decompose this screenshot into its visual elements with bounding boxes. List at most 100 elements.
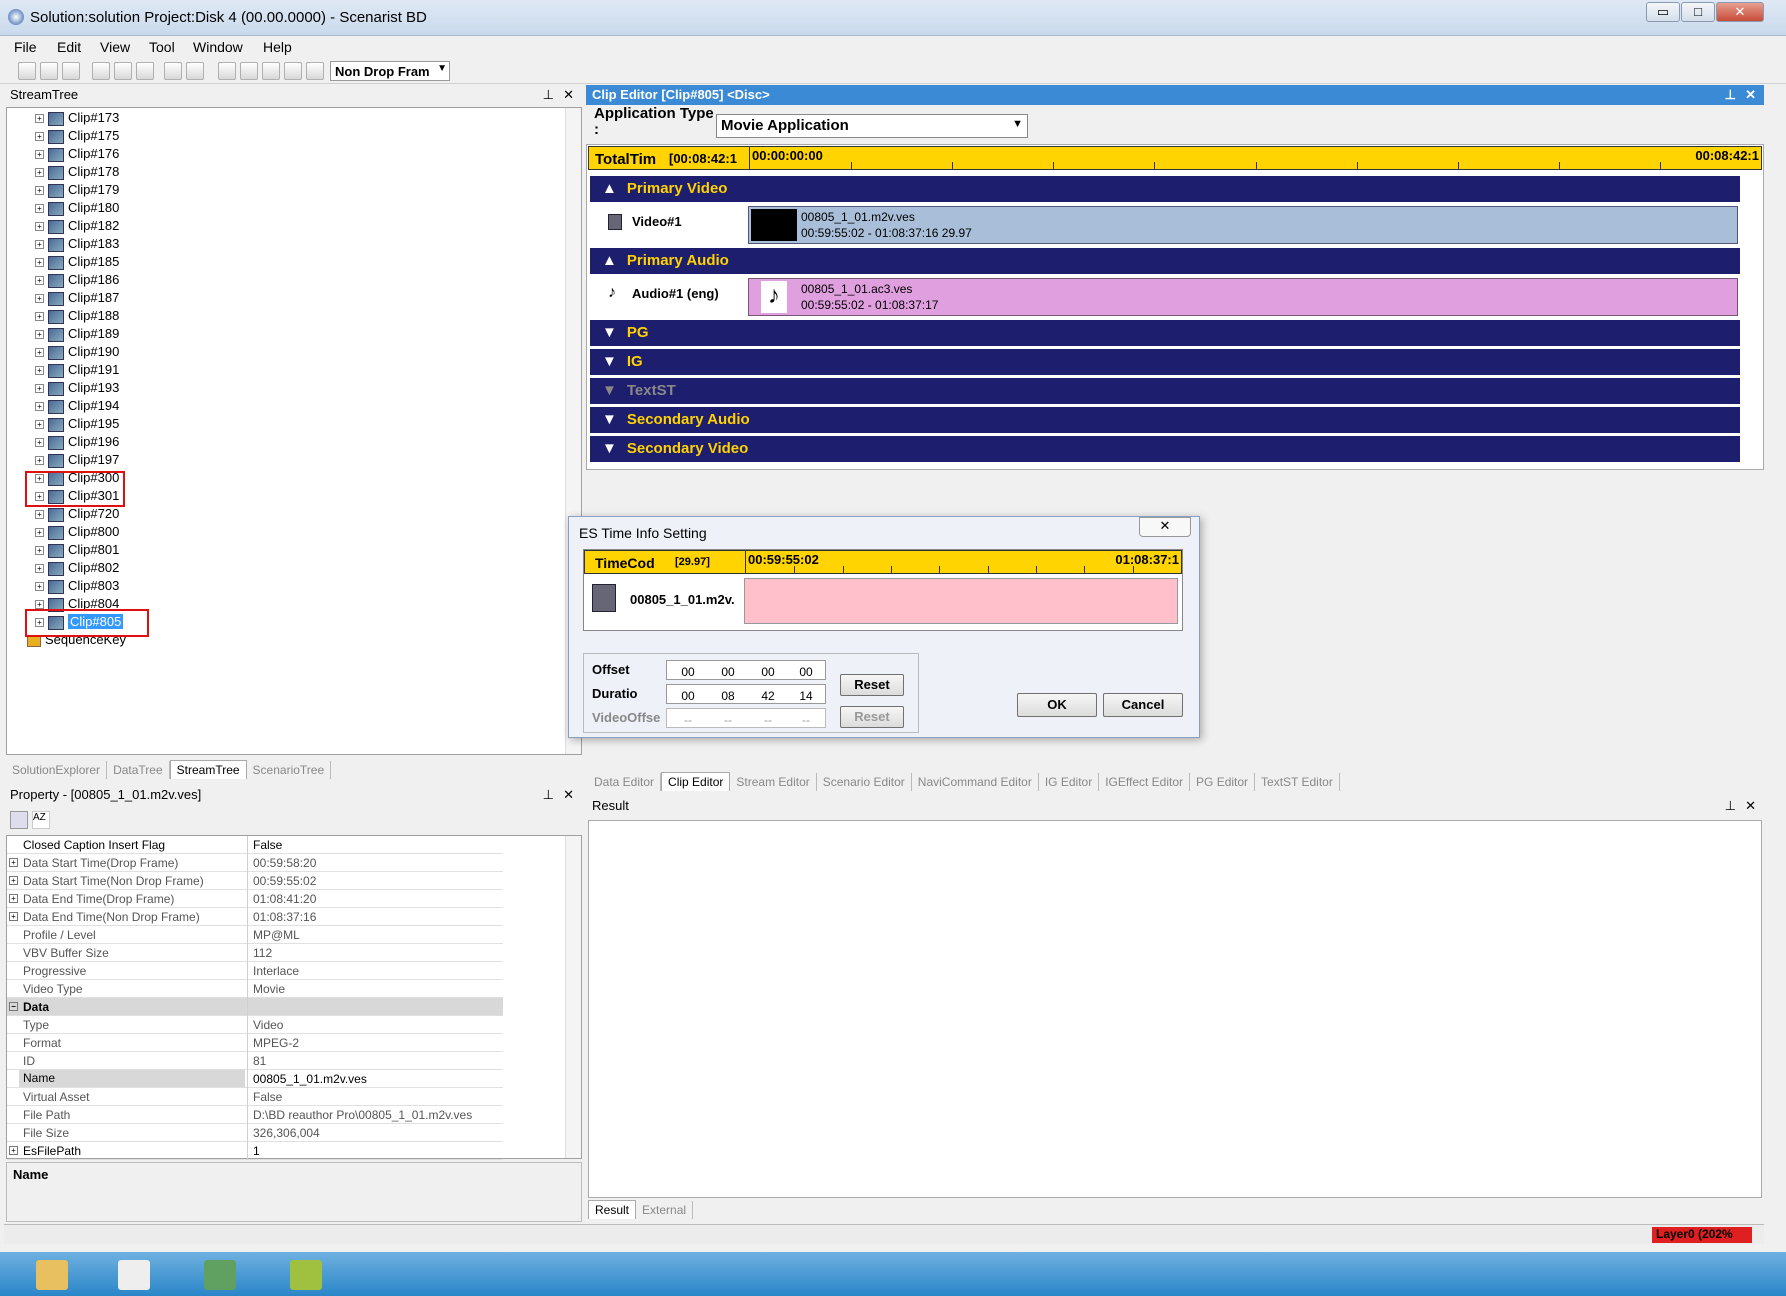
- property-value[interactable]: 01:08:41:20: [253, 892, 316, 906]
- expand-icon[interactable]: +: [35, 258, 44, 268]
- property-row[interactable]: − Data: [7, 998, 503, 1016]
- scrollbar[interactable]: [565, 836, 581, 1158]
- tab-scenario-editor[interactable]: Scenario Editor: [817, 773, 912, 791]
- expand-icon[interactable]: +: [35, 330, 44, 340]
- maximize-button[interactable]: □: [1681, 2, 1715, 22]
- expand-icon[interactable]: +: [35, 294, 44, 304]
- tree-item-clip[interactable]: + Clip#190: [35, 344, 119, 362]
- tree-item-clip[interactable]: + Clip#187: [35, 290, 119, 308]
- property-value[interactable]: 112: [253, 946, 272, 960]
- chevron-down-icon[interactable]: ▼: [1012, 118, 1023, 130]
- minimize-button[interactable]: ▭: [1646, 2, 1680, 22]
- property-value[interactable]: Video: [253, 1018, 283, 1032]
- expand-icon[interactable]: ▼: [602, 353, 617, 370]
- section-primary-video[interactable]: ▲ Primary Video: [590, 176, 1740, 202]
- tree-item-clip[interactable]: + Clip#193: [35, 380, 119, 398]
- expand-icon[interactable]: +: [35, 582, 44, 592]
- duration-ss[interactable]: 42: [747, 689, 789, 707]
- tree-item-clip[interactable]: + Clip#183: [35, 236, 119, 254]
- property-row[interactable]: Name 00805_1_01.m2v.ves: [7, 1070, 503, 1088]
- menu-edit[interactable]: Edit: [57, 39, 81, 55]
- expand-icon[interactable]: +: [35, 168, 44, 178]
- tree-item-clip[interactable]: + Clip#189: [35, 326, 119, 344]
- tree-item-clip[interactable]: + Clip#800: [35, 524, 119, 542]
- property-row[interactable]: + Data End Time(Drop Frame) 01:08:41:20: [7, 890, 503, 908]
- expand-icon[interactable]: ▼: [602, 411, 617, 428]
- property-row[interactable]: File Path D:\BD reauthor Pro\00805_1_01.m…: [7, 1106, 503, 1124]
- property-value[interactable]: 326,306,004: [253, 1126, 320, 1140]
- dialog-clip-bar[interactable]: [744, 578, 1178, 624]
- property-value[interactable]: False: [253, 1090, 282, 1104]
- expand-icon[interactable]: +: [35, 438, 44, 448]
- property-row[interactable]: Type Video: [7, 1016, 503, 1034]
- expand-icon[interactable]: +: [35, 402, 44, 412]
- sort-alpha-icon[interactable]: AZ: [32, 811, 50, 829]
- tree-item-clip[interactable]: + Clip#178: [35, 164, 119, 182]
- undo-icon[interactable]: [164, 62, 182, 80]
- redo-icon[interactable]: [186, 62, 204, 80]
- taskbar-app-icon[interactable]: [118, 1260, 150, 1290]
- close-button[interactable]: ✕: [1716, 2, 1764, 22]
- expand-icon[interactable]: +: [35, 348, 44, 358]
- expand-icon[interactable]: +: [35, 150, 44, 160]
- tab-solutionexplorer[interactable]: SolutionExplorer: [6, 761, 108, 779]
- property-value[interactable]: D:\BD reauthor Pro\00805_1_01.m2v.ves: [253, 1108, 472, 1122]
- ok-button[interactable]: OK: [1017, 693, 1097, 717]
- copy-icon[interactable]: [114, 62, 132, 80]
- expand-icon[interactable]: +: [35, 132, 44, 142]
- tab-datatree[interactable]: DataTree: [107, 761, 170, 779]
- chevron-down-icon[interactable]: ▼: [437, 63, 447, 74]
- layout-icon[interactable]: [262, 62, 280, 80]
- tab-navicommand-editor[interactable]: NaviCommand Editor: [912, 773, 1039, 791]
- offset-mm[interactable]: 00: [707, 665, 749, 683]
- offset-ss[interactable]: 00: [747, 665, 789, 683]
- collapse-icon[interactable]: ▲: [602, 252, 617, 269]
- menu-help[interactable]: Help: [263, 39, 292, 55]
- tree-item-clip[interactable]: + Clip#802: [35, 560, 119, 578]
- tab-clip-editor[interactable]: Clip Editor: [661, 772, 731, 791]
- expand-icon[interactable]: +: [9, 894, 18, 903]
- tree-item-clip[interactable]: + Clip#188: [35, 308, 119, 326]
- tree-item-clip[interactable]: + Clip#194: [35, 398, 119, 416]
- property-row[interactable]: Profile / Level MP@ML: [7, 926, 503, 944]
- cut-icon[interactable]: [92, 62, 110, 80]
- tab-ig-editor[interactable]: IG Editor: [1039, 773, 1100, 791]
- tree-item-clip[interactable]: + Clip#180: [35, 200, 119, 218]
- property-value[interactable]: 81: [253, 1054, 266, 1068]
- property-row[interactable]: Virtual Asset False: [7, 1088, 503, 1106]
- timecode-mode-select[interactable]: Non Drop Fram ▼: [330, 61, 450, 81]
- tab-scenariotree[interactable]: ScenarioTree: [247, 761, 332, 779]
- property-row[interactable]: Format MPEG-2: [7, 1034, 503, 1052]
- tree-item-clip[interactable]: + Clip#176: [35, 146, 119, 164]
- dialog-close-button[interactable]: ✕: [1139, 517, 1191, 537]
- build-icon[interactable]: [218, 62, 236, 80]
- offset-field[interactable]: 00 00 00 00: [666, 660, 826, 680]
- property-value[interactable]: MP@ML: [253, 928, 300, 942]
- tree-item-clip[interactable]: + Clip#179: [35, 182, 119, 200]
- menu-tool[interactable]: Tool: [149, 39, 175, 55]
- menu-window[interactable]: Window: [193, 39, 243, 55]
- tree-item-clip[interactable]: + Clip#197: [35, 452, 119, 470]
- pin-icon[interactable]: ⊥: [543, 787, 554, 803]
- property-value[interactable]: 00:59:58:20: [253, 856, 316, 870]
- close-icon[interactable]: ✕: [1745, 87, 1756, 103]
- expand-icon[interactable]: +: [35, 420, 44, 430]
- expand-icon[interactable]: +: [35, 510, 44, 520]
- tree-item-clip[interactable]: + Clip#182: [35, 218, 119, 236]
- expand-icon[interactable]: +: [9, 1146, 18, 1155]
- property-value[interactable]: Interlace: [253, 964, 299, 978]
- expand-icon[interactable]: ▼: [602, 440, 617, 457]
- tab-igeffect-editor[interactable]: IGEffect Editor: [1099, 773, 1191, 791]
- tree-item-clip[interactable]: + Clip#185: [35, 254, 119, 272]
- app-type-select[interactable]: Movie Application ▼: [716, 114, 1028, 138]
- categorized-icon[interactable]: [10, 811, 28, 829]
- taskbar-app-icon[interactable]: [204, 1260, 236, 1290]
- menu-view[interactable]: View: [100, 39, 130, 55]
- new-icon[interactable]: [18, 62, 36, 80]
- duration-field[interactable]: 00 08 42 14: [666, 684, 826, 704]
- property-row[interactable]: + Data Start Time(Non Drop Frame) 00:59:55…: [7, 872, 503, 890]
- tree-item-clip[interactable]: + Clip#195: [35, 416, 119, 434]
- duration-mm[interactable]: 08: [707, 689, 749, 707]
- expand-icon[interactable]: +: [35, 600, 44, 610]
- property-value[interactable]: 1: [253, 1144, 260, 1158]
